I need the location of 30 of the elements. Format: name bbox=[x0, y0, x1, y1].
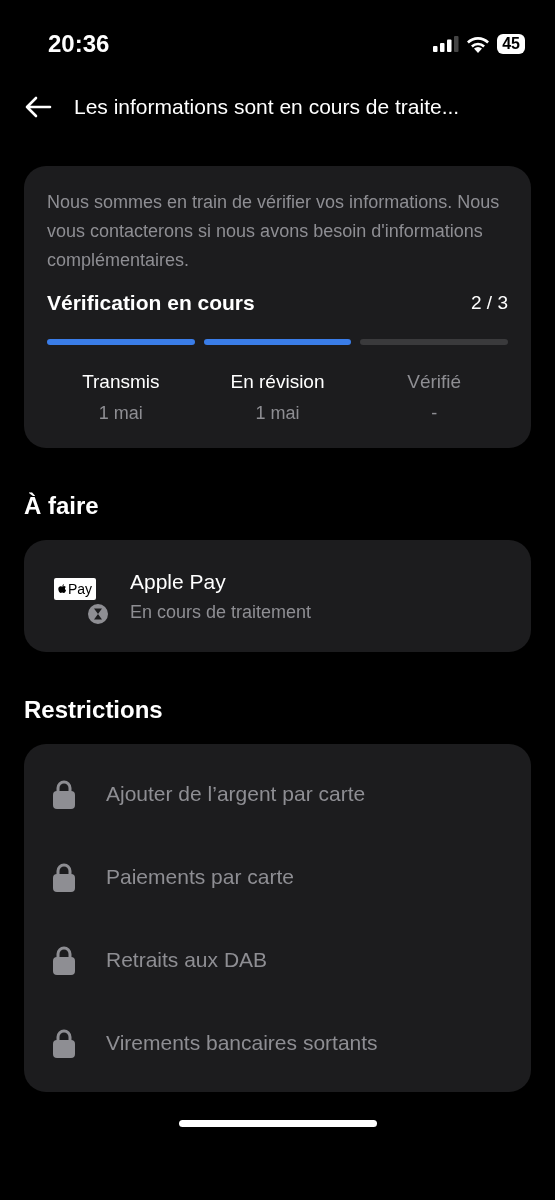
section-heading: À faire bbox=[24, 492, 100, 520]
restriction-label: Paiements par carte bbox=[106, 864, 294, 889]
todo-status: En cours de traitement bbox=[130, 601, 312, 623]
restriction-label: Virements bancaires sortants bbox=[106, 1030, 378, 1055]
signal-icon bbox=[433, 36, 460, 52]
step-date: 1 mai bbox=[255, 403, 300, 424]
todo-card[interactable]: Pay Apple Pay En cours de traitement bbox=[24, 540, 531, 652]
progress-count: 2 / 3 bbox=[471, 292, 508, 314]
verification-title: Vérification en cours bbox=[47, 291, 255, 315]
step-date: 1 mai bbox=[98, 403, 143, 424]
step-label: Transmis bbox=[82, 371, 160, 393]
lock-icon bbox=[52, 778, 76, 809]
status-time: 20:36 bbox=[48, 30, 110, 58]
lock-icon bbox=[52, 1027, 76, 1058]
restriction-label: Ajouter de l’argent par carte bbox=[106, 781, 366, 806]
step-label: Vérifié bbox=[407, 371, 462, 393]
wifi-icon bbox=[466, 35, 491, 53]
back-arrow-icon[interactable] bbox=[24, 95, 52, 119]
restriction-label: Retraits aux DAB bbox=[106, 947, 268, 972]
todo-title: Apple Pay bbox=[130, 569, 227, 594]
step-label: En révision bbox=[230, 371, 325, 393]
lock-icon bbox=[52, 944, 76, 975]
battery-indicator: 45 bbox=[497, 34, 525, 54]
verification-message: Nous sommes en train de vérifier vos informations. Nous vous contacterons si nous avons besoin d'informations complémentaires. bbox=[47, 191, 501, 272]
page-title: Les informations sont en cours de traite... bbox=[74, 95, 460, 119]
apple-pay-logo: Pay bbox=[54, 578, 97, 600]
step-date: - bbox=[431, 403, 438, 424]
lock-icon bbox=[52, 861, 76, 892]
hourglass-icon bbox=[86, 602, 110, 626]
section-heading: Restrictions bbox=[24, 696, 164, 724]
